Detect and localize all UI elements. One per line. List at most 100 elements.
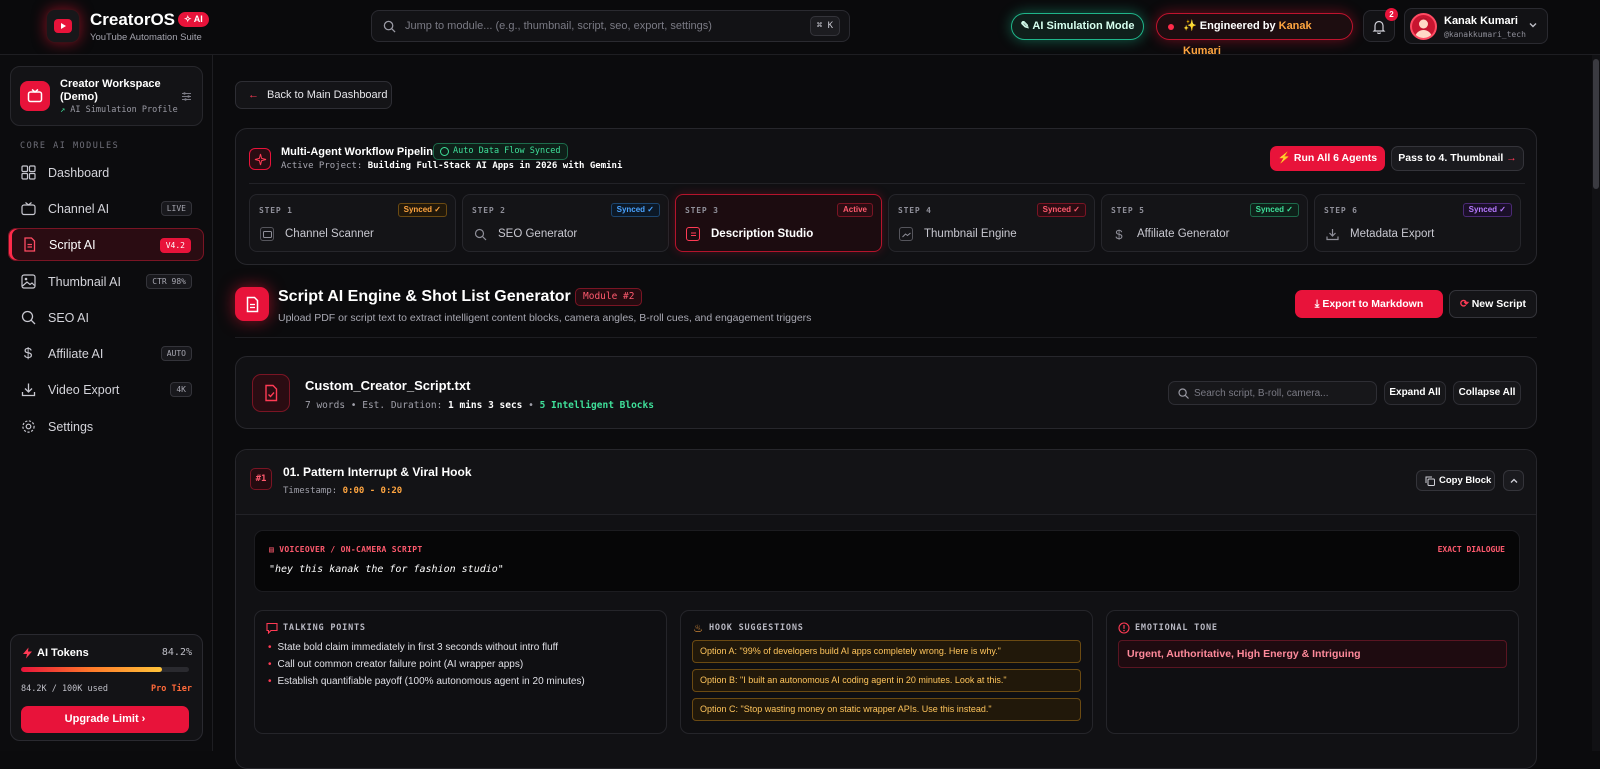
- search-shortcut: ⌘ K: [809, 16, 840, 36]
- grid-icon: [20, 165, 36, 181]
- voiceover-label: ▤ VOICEOVER / ON-CAMERA SCRIPT: [269, 545, 423, 554]
- workspace-switcher[interactable]: Creator Workspace (Demo) ↗ AI Simulation…: [10, 66, 203, 126]
- sync-badge-label: Auto Data Flow Synced: [453, 146, 561, 156]
- gear-icon: [20, 419, 36, 435]
- file-check-icon: [252, 374, 290, 412]
- pass-to-thumbnail-button[interactable]: Pass to 4. Thumbnail →: [1391, 146, 1524, 171]
- lightning-icon: [23, 647, 32, 659]
- ai-badge: ✧ AI: [178, 12, 209, 27]
- sidebar-item-dashboard[interactable]: Dashboard: [8, 156, 204, 189]
- live-dot-icon: [1168, 24, 1174, 30]
- pipeline-step-6[interactable]: STEP 6 Synced ✓ Metadata Export: [1314, 194, 1521, 252]
- divider: [235, 337, 1537, 338]
- document-icon: [235, 287, 269, 321]
- emotional-tone-value: Urgent, Authoritative, High Energy & Int…: [1118, 640, 1507, 668]
- workspace-profile-label: AI Simulation Profile: [70, 105, 178, 115]
- sidebar: Creator Workspace (Demo) ↗ AI Simulation…: [0, 55, 213, 751]
- block-header[interactable]: #1 01. Pattern Interrupt & Viral Hook Ti…: [236, 450, 1536, 515]
- sidebar-item-label: Affiliate AI: [48, 346, 104, 361]
- sync-badge: Auto Data Flow Synced: [433, 143, 569, 160]
- ai-simulation-mode-button[interactable]: ✎ AI Simulation Mode: [1011, 13, 1144, 40]
- sidebar-item-channel-ai[interactable]: Channel AI LIVE: [8, 192, 204, 225]
- voiceover-script: ▤ VOICEOVER / ON-CAMERA SCRIPT EXACT DIA…: [254, 530, 1520, 592]
- sidebar-item-settings[interactable]: Settings: [8, 410, 204, 443]
- notifications-button[interactable]: 2: [1363, 8, 1398, 42]
- file-name: Custom_Creator_Script.txt: [305, 378, 471, 393]
- chevron-right-icon: ›: [141, 713, 146, 725]
- user-menu[interactable]: Kanak Kumari @kanakkumari_tech: [1404, 8, 1548, 44]
- duration-label: Est. Duration:: [362, 400, 443, 411]
- sidebar-item-seo-ai[interactable]: SEO AI: [8, 301, 204, 334]
- sidebar-item-label: Channel AI: [48, 201, 110, 216]
- copy-label: Copy Block: [1439, 475, 1492, 486]
- talking-points-label: TALKING POINTS: [283, 623, 366, 633]
- pipeline-step-1[interactable]: STEP 1 Synced ✓ Channel Scanner: [249, 194, 456, 252]
- export-markdown-button[interactable]: ⤓ Export to Markdown: [1295, 290, 1443, 318]
- pipeline-title: Multi-Agent Workflow Pipeline: [281, 146, 440, 158]
- status-badge: 4K: [170, 382, 192, 397]
- sidebar-item-script-ai[interactable]: Script AI V4.2: [8, 228, 204, 261]
- scrollbar-thumb[interactable]: [1593, 59, 1599, 189]
- expand-all-button[interactable]: Expand All: [1384, 381, 1446, 405]
- upgrade-limit-button[interactable]: Upgrade Limit ›: [21, 706, 189, 733]
- dollar-icon: $: [1115, 226, 1123, 242]
- play-icon: [54, 19, 72, 33]
- step-label: Thumbnail Engine: [924, 228, 1017, 240]
- status-badge: CTR 98%: [146, 274, 192, 289]
- workspace-name: Creator Workspace (Demo): [60, 78, 161, 103]
- engineered-by-button[interactable]: ✨ Engineered by Kanak Kumari: [1156, 13, 1353, 57]
- sparkles-icon: [249, 148, 271, 170]
- project-label: Active Project:: [281, 161, 363, 171]
- search-icon: [383, 20, 396, 33]
- scrollbar[interactable]: [1592, 55, 1600, 751]
- image-icon: [20, 274, 36, 290]
- script-search-input[interactable]: Search script, B-roll, camera...: [1168, 381, 1377, 405]
- run-all-agents-button[interactable]: ⚡ Run All 6 Agents: [1270, 146, 1385, 171]
- sidebar-item-thumbnail-ai[interactable]: Thumbnail AI CTR 98%: [8, 265, 204, 298]
- trend-icon: ↗: [60, 105, 71, 115]
- new-script-button[interactable]: ⟳ New Script: [1449, 290, 1537, 318]
- flame-icon: ♨: [693, 622, 703, 635]
- sliders-icon: [182, 92, 191, 101]
- section-label: CORE AI MODULES: [20, 141, 120, 151]
- logo[interactable]: [46, 9, 80, 43]
- tokens-percent: 84.2%: [161, 647, 192, 658]
- download-icon: [20, 382, 36, 398]
- download-icon: [1325, 227, 1339, 241]
- global-search[interactable]: Jump to module... (e.g., thumbnail, scri…: [371, 10, 850, 42]
- back-to-dashboard-button[interactable]: ← Back to Main Dashboard: [235, 81, 392, 109]
- hook-option[interactable]: Option C: "Stop wasting money on static …: [692, 698, 1081, 721]
- pipeline-step-2[interactable]: STEP 2 Synced ✓ SEO Generator: [462, 194, 669, 252]
- sidebar-item-affiliate-ai[interactable]: $ Affiliate AI AUTO: [8, 337, 204, 370]
- hook-option[interactable]: Option A: "99% of developers build AI ap…: [692, 640, 1081, 663]
- sidebar-item-video-export[interactable]: Video Export 4K: [8, 373, 204, 406]
- block-count: 5 Intelligent Blocks: [539, 400, 654, 411]
- hook-suggestions-panel: ♨ HOOK SUGGESTIONS Option A: "99% of dev…: [680, 610, 1093, 734]
- collapse-block-button[interactable]: [1503, 470, 1524, 491]
- pipeline-step-4[interactable]: STEP 4 Synced ✓ Thumbnail Engine: [888, 194, 1095, 252]
- top-bar: CreatorOS ✧ AI YouTube Automation Suite …: [0, 0, 1600, 57]
- module-badge: Module #2: [575, 288, 643, 306]
- block-timestamp: Timestamp: 0:00 - 0:20: [283, 486, 402, 496]
- status-badge: LIVE: [160, 201, 192, 216]
- alert-circle-icon: [1118, 622, 1130, 634]
- copy-block-button[interactable]: Copy Block: [1416, 470, 1495, 491]
- tier-badge: Pro Tier: [151, 684, 192, 694]
- file-meta: 7 words • Est. Duration: 1 mins 3 secs •…: [305, 400, 654, 411]
- voiceover-text: "hey this kanak the for fashion studio": [269, 564, 504, 575]
- app-subtitle: YouTube Automation Suite: [90, 32, 202, 43]
- active-project: Active Project: Building Full-Stack AI A…: [281, 161, 622, 171]
- collapse-all-button[interactable]: Collapse All: [1453, 381, 1521, 405]
- tv-icon: [20, 81, 50, 111]
- pipeline-step-5[interactable]: STEP 5 Synced ✓ $ Affiliate Generator: [1101, 194, 1308, 252]
- sparkle-icon: ✧: [184, 14, 194, 24]
- lightning-icon: ⚡: [1277, 152, 1294, 164]
- emotional-tone-label: EMOTIONAL TONE: [1135, 623, 1218, 633]
- pipeline-step-3[interactable]: STEP 3 Active Description Studio: [675, 194, 882, 252]
- step-label: Channel Scanner: [285, 228, 374, 240]
- pass-label: Pass to 4. Thumbnail: [1398, 152, 1504, 164]
- step-status-badge: Synced ✓: [397, 203, 447, 217]
- bell-icon: [1372, 20, 1386, 34]
- ai-badge-label: AI: [193, 14, 203, 24]
- hook-option[interactable]: Option B: "I built an autonomous AI codi…: [692, 669, 1081, 692]
